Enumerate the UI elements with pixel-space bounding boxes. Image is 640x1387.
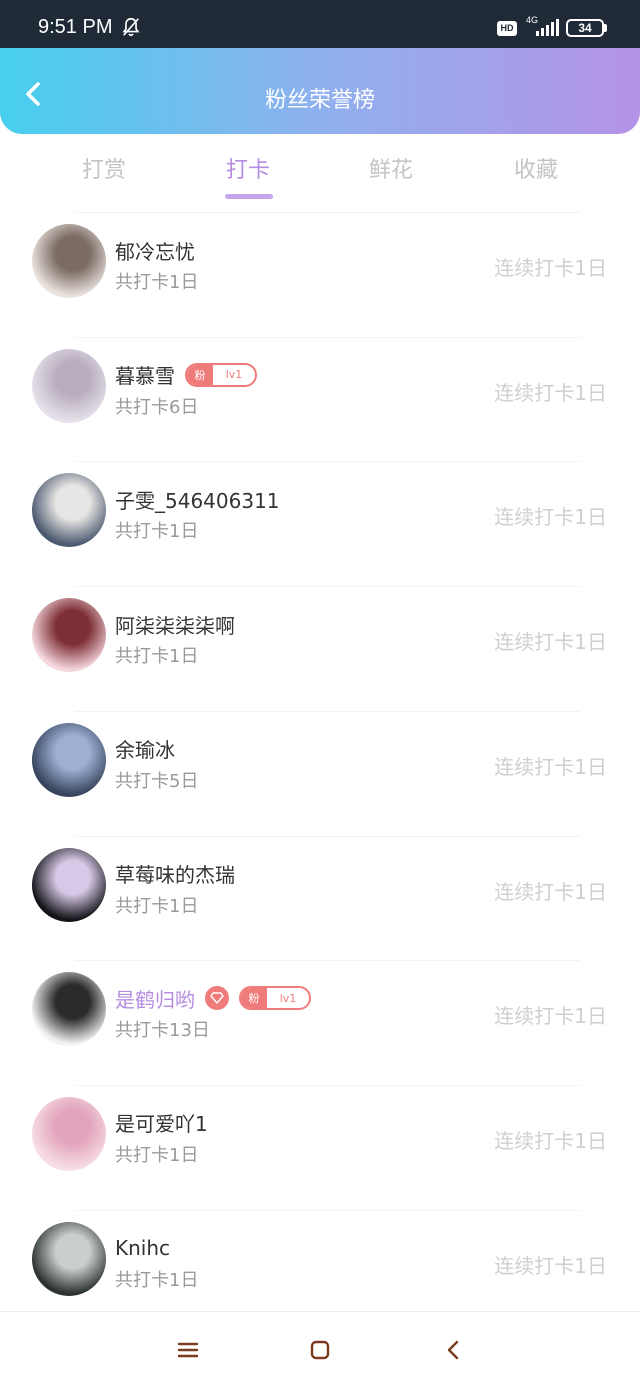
user-name[interactable]: 郁冷忘忧 <box>115 236 195 265</box>
user-name[interactable]: 暮慕雪 <box>115 360 175 389</box>
battery-icon: 34 <box>566 19 604 37</box>
checkin-streak: 连续打卡1日 <box>494 1128 607 1153</box>
fan-badge-label: 粉 <box>187 364 213 385</box>
name-line: 子雯_546406311 <box>115 485 280 513</box>
name-line: 是可爱吖1 <box>115 1109 208 1137</box>
total-checkin-count: 共打卡1日 <box>115 1144 199 1166</box>
diamond-icon <box>205 986 229 1011</box>
avatar[interactable] <box>32 473 106 548</box>
avatar[interactable] <box>32 1096 106 1171</box>
name-line: 暮慕雪粉 lv1 <box>115 361 257 389</box>
list-item[interactable]: 子雯_546406311 共打卡1日 连续打卡1日 <box>0 461 640 586</box>
signal-icon <box>536 19 559 36</box>
total-checkin-count: 共打卡5日 <box>115 770 199 792</box>
list-item[interactable]: 阿柒柒柒柒啊共打卡1日 连续打卡1日 <box>0 586 640 711</box>
tab-bar: 打赏 打卡 鲜花 收藏 <box>0 148 640 204</box>
avatar[interactable] <box>32 847 106 922</box>
checkin-streak: 连续打卡1日 <box>494 879 607 904</box>
name-line: 是鹤归哟 粉 lv1 <box>115 984 311 1012</box>
avatar[interactable] <box>32 1221 106 1296</box>
user-name[interactable]: 是鹤归哟 <box>115 984 195 1013</box>
row-divider <box>75 461 580 463</box>
menu-icon[interactable] <box>176 1338 200 1362</box>
status-time: 9:51 PM <box>38 16 113 38</box>
page-title: 粉丝荣誉榜 <box>264 88 375 113</box>
user-name[interactable]: 阿柒柒柒柒啊 <box>115 610 235 639</box>
checkin-streak: 连续打卡1日 <box>494 630 607 655</box>
fan-level-badge: 粉 lv1 <box>239 986 311 1011</box>
hd-badge: HD <box>497 21 517 36</box>
home-square-icon[interactable] <box>308 1338 332 1362</box>
name-line: 郁冷忘忧 <box>115 236 195 264</box>
total-checkin-count: 共打卡1日 <box>115 521 199 543</box>
list-item[interactable]: 郁冷忘忧共打卡1日 连续打卡1日 <box>0 212 640 337</box>
total-checkin-count: 共打卡1日 <box>115 272 199 293</box>
checkin-streak: 连续打卡1日 <box>494 380 607 405</box>
tab-underline <box>225 194 273 199</box>
row-divider <box>75 1209 580 1211</box>
checkin-streak: 连续打卡1日 <box>494 754 607 779</box>
tab-checkin[interactable]: 打卡 <box>188 152 308 184</box>
row-divider <box>75 835 580 837</box>
fan-badge-label: 粉 <box>241 988 267 1009</box>
name-line: 草莓味的杰瑞 <box>115 860 235 888</box>
fan-badge-level: lv1 <box>279 991 297 1005</box>
row-divider <box>75 336 580 338</box>
bell-muted-icon <box>122 17 140 37</box>
list-item[interactable]: 暮慕雪粉 lv1 共打卡6日 连续打卡1日 <box>0 336 640 462</box>
total-checkin-count: 共打卡1日 <box>115 1269 199 1291</box>
total-checkin-count: 共打卡1日 <box>115 646 199 668</box>
battery-tip <box>604 24 607 32</box>
total-checkin-count: 共打卡13日 <box>115 1020 210 1042</box>
row-divider <box>75 710 580 712</box>
checkin-streak: 连续打卡1日 <box>494 256 607 280</box>
fan-level-badge: 粉 lv1 <box>185 362 257 387</box>
checkin-streak: 连续打卡1日 <box>494 1253 607 1278</box>
back-nav-icon[interactable] <box>442 1338 466 1362</box>
avatar[interactable] <box>32 972 106 1047</box>
user-name[interactable]: 是可爱吖1 <box>115 1108 208 1137</box>
row-divider <box>75 586 580 588</box>
list-item[interactable]: 草莓味的杰瑞共打卡1日 连续打卡1日 <box>0 835 640 961</box>
row-divider <box>75 1084 580 1086</box>
row-divider <box>75 960 580 962</box>
avatar[interactable] <box>32 598 106 673</box>
total-checkin-count: 共打卡6日 <box>115 396 199 418</box>
user-name[interactable]: 余瑜冰 <box>115 734 175 763</box>
checkin-streak: 连续打卡1日 <box>494 505 607 530</box>
checkin-streak: 连续打卡1日 <box>494 1004 607 1029</box>
tab-favorites[interactable]: 收藏 <box>476 152 596 184</box>
avatar[interactable] <box>32 722 106 797</box>
list-item[interactable]: 余瑜冰共打卡5日 连续打卡1日 <box>0 710 640 836</box>
list-item[interactable]: 是鹤归哟 粉 lv1 共打卡13日 连续打卡1日 <box>0 960 640 1085</box>
fan-badge-level: lv1 <box>225 368 243 382</box>
row-divider <box>75 212 580 213</box>
name-line: Knihc <box>115 1234 170 1262</box>
name-line: 余瑜冰 <box>115 735 175 763</box>
user-name[interactable]: Knihc <box>115 1236 170 1260</box>
avatar[interactable] <box>32 224 106 298</box>
user-name[interactable]: 子雯_546406311 <box>115 485 280 514</box>
user-name[interactable]: 草莓味的杰瑞 <box>115 859 235 888</box>
list-item[interactable]: 是可爱吖1 共打卡1日 连续打卡1日 <box>0 1084 640 1210</box>
tab-tips[interactable]: 打赏 <box>44 152 164 184</box>
status-bar: 9:51 PM HD 4G 34 <box>0 0 640 48</box>
total-checkin-count: 共打卡1日 <box>115 895 199 917</box>
avatar[interactable] <box>32 348 106 423</box>
tab-flowers[interactable]: 鲜花 <box>331 152 451 184</box>
header: 粉丝荣誉榜 <box>0 48 640 134</box>
battery-level: 34 <box>578 21 592 35</box>
system-nav-bar <box>0 1311 640 1387</box>
name-line: 阿柒柒柒柒啊 <box>115 610 235 638</box>
